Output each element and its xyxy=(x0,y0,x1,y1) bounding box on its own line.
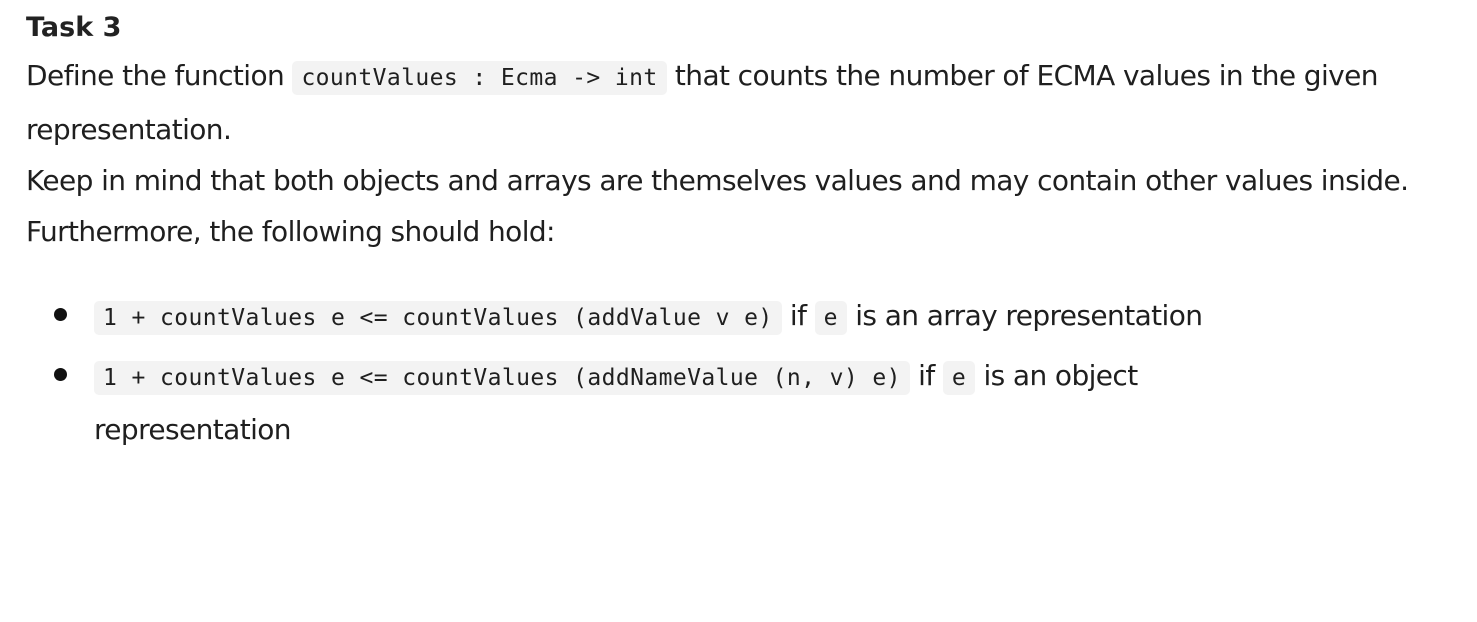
definition-paragraph: Define the function countValues : Ecma -… xyxy=(26,50,1466,155)
conditions-intro-paragraph: Furthermore, the following should hold: xyxy=(26,206,1466,257)
rule-var-code: e xyxy=(814,301,847,335)
bullet-icon xyxy=(54,308,67,321)
bullet-icon xyxy=(54,368,67,381)
conditions-list: 1 + countValues e <= countValues (addVal… xyxy=(26,290,1477,455)
list-item: 1 + countValues e <= countValues (addVal… xyxy=(54,290,1324,344)
function-signature-code: countValues : Ecma -> int xyxy=(292,61,667,95)
reminder-paragraph: Keep in mind that both objects and array… xyxy=(26,155,1466,206)
task-heading: Task 3 xyxy=(26,12,122,43)
conditions-intro-text: Furthermore, the following should hold: xyxy=(26,215,555,248)
rule-text-after: is an array representation xyxy=(846,299,1203,332)
rule-code: 1 + countValues e <= countValues (addNam… xyxy=(94,361,910,395)
reminder-text: Keep in mind that both objects and array… xyxy=(26,164,1409,197)
rule-text-mid: if xyxy=(909,359,943,392)
list-item: 1 + countValues e <= countValues (addNam… xyxy=(54,350,1294,455)
rule-text-mid: if xyxy=(781,299,815,332)
rule-code: 1 + countValues e <= countValues (addVal… xyxy=(94,301,782,335)
task-document: Task 3 Define the function countValues :… xyxy=(0,0,1477,622)
rule-var-code: e xyxy=(942,361,976,395)
definition-text-before: Define the function xyxy=(26,59,293,92)
